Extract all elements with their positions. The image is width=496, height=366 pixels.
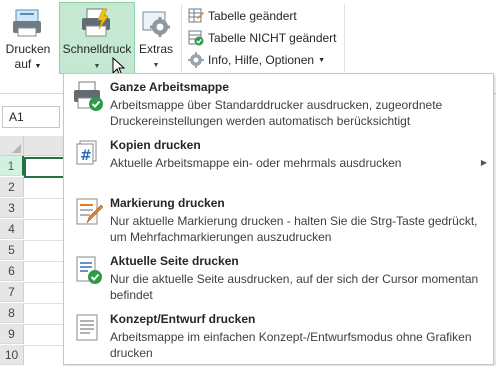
table-unchanged-icon <box>188 30 204 46</box>
active-cell[interactable] <box>24 157 66 178</box>
row-header[interactable]: 10 <box>0 345 24 365</box>
extras-button[interactable]: Extras ▼ <box>136 2 176 72</box>
row-header[interactable]: 6 <box>0 261 24 281</box>
printer-check-icon <box>74 81 103 111</box>
table-changed-icon <box>188 8 204 23</box>
menu-item-description: Nur aktuelle Markierung drucken - halten… <box>110 214 478 244</box>
gridline <box>24 240 64 241</box>
menu-item-title: Markierung drucken <box>110 196 225 210</box>
tabelle-nicht-geaendert-button[interactable]: Tabelle NICHT geändert <box>188 28 337 48</box>
printer-lightning-icon <box>82 8 110 37</box>
row-header[interactable]: 8 <box>0 303 24 323</box>
gridline <box>24 345 64 346</box>
menu-item-description: Arbeitsmappe im einfachen Konzept-/Entwu… <box>110 330 472 360</box>
menu-item-description: Arbeitsmappe über Standarddrucker ausdru… <box>110 98 443 128</box>
menu-item-konzept-entwurf-drucken[interactable]: Konzept/Entwurf drucken Arbeitsmappe im … <box>64 312 493 364</box>
schnelldruck-menu: Ganze Arbeitsmappe Arbeitsmappe über Sta… <box>63 73 494 365</box>
tabelle-geaendert-button[interactable]: Tabelle geändert <box>188 6 297 26</box>
page-check-icon <box>76 256 102 284</box>
gridline <box>24 324 64 325</box>
row-header[interactable]: 2 <box>0 177 24 197</box>
info-hilfe-optionen-button[interactable]: Info, Hilfe, Optionen ▼ <box>188 50 325 70</box>
row-header[interactable]: 9 <box>0 324 24 344</box>
menu-item-markierung-drucken[interactable]: Markierung drucken Nur aktuelle Markieru… <box>64 196 493 248</box>
printer-select-icon <box>13 9 41 37</box>
menu-item-ganze-arbeitsmappe[interactable]: Ganze Arbeitsmappe Arbeitsmappe über Sta… <box>64 80 493 132</box>
row-header[interactable]: 3 <box>0 198 24 218</box>
menu-item-description: Aktuelle Arbeitsmappe ein- oder mehrmals… <box>110 156 402 170</box>
gear-icon <box>142 11 170 37</box>
menu-item-title: Ganze Arbeitsmappe <box>110 80 229 94</box>
menu-item-description: Nur die aktuelle Seite ausdrucken, auf d… <box>110 272 479 302</box>
menu-item-title: Konzept/Entwurf drucken <box>110 312 256 326</box>
selection-pencil-icon <box>76 198 104 225</box>
svg-text:#: # <box>80 148 92 164</box>
row-header[interactable]: 7 <box>0 282 24 302</box>
copies-hash-icon: # <box>76 140 97 165</box>
ribbon-divider <box>181 4 182 72</box>
name-box[interactable]: A1 <box>2 106 60 128</box>
drucken-auf-button[interactable]: Drucken auf ▼ <box>2 2 54 72</box>
gridline <box>24 282 64 283</box>
gridline <box>24 198 64 199</box>
drucken-label-2: auf ▼ <box>14 57 42 71</box>
ribbon-divider <box>344 4 345 72</box>
schnelldruck-label: Schnelldruck <box>62 42 132 56</box>
drucken-label: Drucken <box>5 42 51 56</box>
row-header[interactable]: 1 <box>0 156 24 176</box>
chevron-down-icon: ▼ <box>318 56 325 64</box>
select-all-corner[interactable] <box>0 136 24 156</box>
menu-item-aktuelle-seite-drucken[interactable]: Aktuelle Seite drucken Nur die aktuelle … <box>64 254 493 306</box>
extras-label: Extras <box>138 42 173 56</box>
row-header[interactable]: 4 <box>0 219 24 239</box>
menu-item-title: Aktuelle Seite drucken <box>110 254 239 268</box>
gridline <box>24 261 64 262</box>
draft-document-icon <box>76 314 98 341</box>
chevron-down-icon: ▼ <box>152 62 160 69</box>
gear-info-icon <box>188 52 204 68</box>
menu-item-title: Kopien drucken <box>110 138 201 152</box>
gridline <box>24 219 64 220</box>
tabelle-nicht-geaendert-label: Tabelle NICHT geändert <box>208 31 337 45</box>
column-header[interactable] <box>24 136 64 156</box>
gridline <box>24 303 64 304</box>
tabelle-geaendert-label: Tabelle geändert <box>208 9 297 23</box>
row-header[interactable]: 5 <box>0 240 24 260</box>
menu-item-kopien-drucken[interactable]: # Kopien drucken Aktuelle Arbeitsmappe e… <box>64 138 493 178</box>
submenu-arrow-icon: ▶ <box>480 158 487 167</box>
info-hilfe-optionen-label: Info, Hilfe, Optionen <box>208 53 315 67</box>
